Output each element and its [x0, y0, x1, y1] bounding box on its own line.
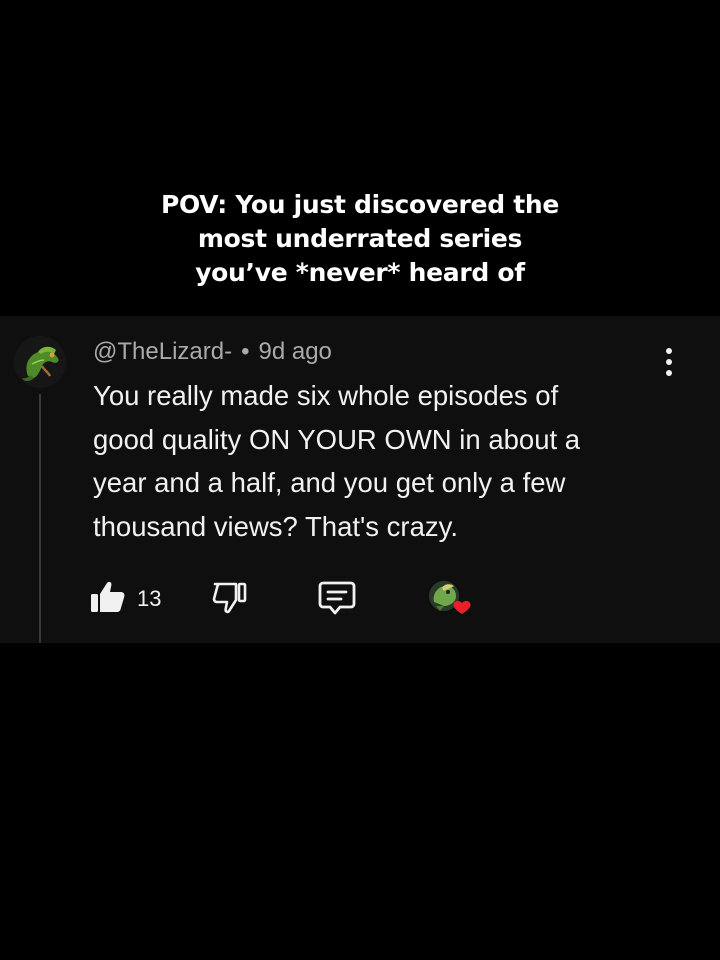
like-button[interactable]: 13 [90, 578, 170, 618]
comment-time: 9d ago [258, 338, 332, 365]
video-caption: POV: You just discovered the most underr… [0, 188, 720, 290]
like-count: 13 [137, 586, 162, 611]
caption-line-1: POV: You just discovered the [161, 190, 559, 219]
dislike-button[interactable] [212, 580, 252, 620]
caption-line-3: you’ve *never* heard of [195, 258, 525, 287]
lizard-avatar-icon [22, 346, 59, 381]
thumbs-up-icon [91, 581, 125, 612]
creator-heart-icon [429, 581, 471, 614]
caption-line-2: most underrated series [197, 224, 523, 253]
creator-heart-badge [426, 578, 478, 622]
meta-separator: • [241, 338, 250, 365]
comment-meta: @TheLizard- • 9d ago [93, 338, 332, 366]
comment-text-line: thousand views? That's crazy. [93, 510, 458, 542]
comment-author[interactable]: @TheLizard- [93, 338, 232, 365]
reply-icon [318, 581, 356, 615]
thumbs-down-icon [212, 582, 247, 614]
avatar[interactable] [14, 336, 66, 388]
more-dot-icon [666, 348, 672, 354]
comment-card: @TheLizard- • 9d ago You really made six w… [0, 316, 720, 643]
comment-text: You really made six whole episodes of go… [93, 374, 693, 548]
comment-actions: 13 [0, 576, 720, 622]
comment-text-line: good quality ON YOUR OWN in about a [93, 423, 581, 455]
more-dot-icon [666, 359, 672, 365]
comment-text-line: You really made six whole episodes of [93, 380, 559, 411]
comment-text-line: year and a half, and you get only a few [93, 467, 566, 498]
reply-button[interactable] [318, 580, 362, 620]
